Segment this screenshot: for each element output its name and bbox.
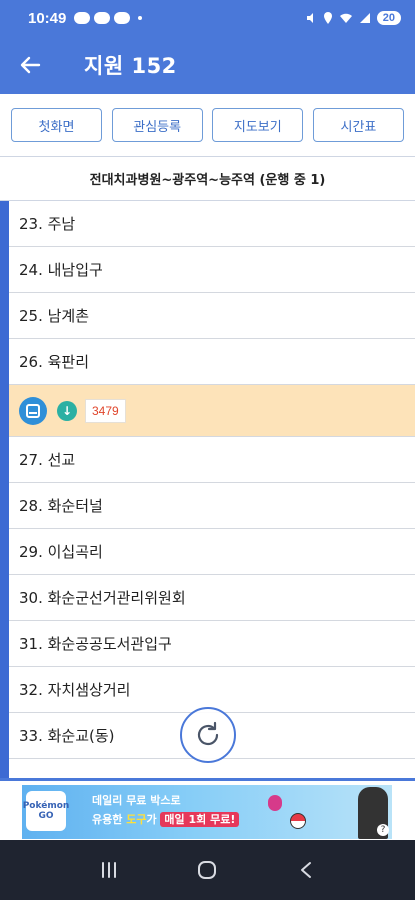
stop-name: 33. 화순교(동) (19, 727, 115, 745)
stop-name: 23. 주남 (19, 215, 76, 233)
stop-row[interactable]: 28. 화순터널 (9, 483, 415, 529)
stop-row[interactable]: 30. 화순군선거관리위원회 (9, 575, 415, 621)
pokeball-icon (290, 813, 306, 829)
route-header: 전대치과병원~광주역~능주역 (운행 중 1) (0, 156, 415, 200)
ad-logo: Pokémon GO (23, 791, 69, 831)
stop-list[interactable]: 23. 주남 24. 내남입구 25. 남계촌 26. 육판리 ↓ 3479 2… (0, 200, 415, 778)
chat-icon (74, 12, 91, 24)
route-line (0, 201, 9, 778)
ad-info-icon[interactable]: ? (377, 824, 389, 836)
message-icon (94, 12, 111, 24)
stop-row[interactable]: 25. 남계촌 (9, 293, 415, 339)
dot-icon (138, 16, 143, 20)
map-view-button[interactable]: 지도보기 (212, 108, 304, 142)
recents-button[interactable] (89, 850, 129, 890)
status-bar: 10:49 20 (0, 0, 415, 36)
back-button[interactable] (0, 36, 60, 94)
battery-indicator: 20 (376, 11, 401, 25)
ad-text-line1: 데일리 무료 박스로 (92, 794, 181, 807)
action-button-row: 첫화면 관심등록 지도보기 시간표 (0, 94, 415, 156)
stop-name: 24. 내남입구 (19, 261, 103, 279)
talk-icon (114, 12, 131, 24)
refresh-icon (197, 721, 219, 746)
stop-row[interactable]: 31. 화순공공도서관입구 (9, 621, 415, 667)
bus-icon (19, 396, 47, 425)
status-time: 10:49 (28, 9, 67, 27)
home-icon (198, 861, 217, 879)
timetable-button[interactable]: 시간표 (312, 108, 404, 142)
system-nav-bar (0, 840, 415, 900)
signal-icon (359, 13, 370, 23)
ad-text-line2: 유용한 도구가 매일 1회 무료! (92, 811, 240, 827)
stop-name: 30. 화순군선거관리위원회 (19, 589, 186, 607)
status-right: 20 (305, 11, 401, 25)
mute-icon (306, 13, 313, 23)
ad-text-highlight: 매일 1회 무료! (160, 812, 240, 827)
stop-name: 25. 남계촌 (19, 307, 90, 325)
down-arrow-icon: ↓ (57, 400, 77, 421)
favorite-button[interactable]: 관심등록 (111, 108, 203, 142)
recents-icon (102, 862, 117, 878)
stop-row[interactable]: 29. 이십곡리 (9, 529, 415, 575)
ad-banner-container: Pokémon GO 데일리 무료 박스로 유용한 도구가 매일 1회 무료! … (0, 778, 415, 840)
stop-name: 26. 육판리 (19, 353, 90, 371)
stop-name: 31. 화순공공도서관입구 (19, 635, 172, 653)
ad-text-tool: 도구 (126, 813, 147, 826)
back-nav-button[interactable] (286, 850, 326, 890)
stop-name: 29. 이십곡리 (19, 543, 103, 561)
stop-row[interactable]: 27. 선교 (9, 437, 415, 483)
ad-text-mid: 가 (146, 813, 161, 826)
back-arrow-icon (20, 56, 41, 74)
stop-name: 27. 선교 (19, 451, 76, 469)
stop-row[interactable]: 32. 자치샘상거리 (9, 667, 415, 713)
home-screen-button[interactable]: 첫화면 (11, 108, 102, 142)
ad-banner[interactable]: Pokémon GO 데일리 무료 박스로 유용한 도구가 매일 1회 무료! … (22, 785, 392, 839)
refresh-button[interactable] (180, 707, 236, 763)
stop-row[interactable]: 26. 육판리 (9, 339, 415, 385)
wifi-icon (339, 13, 352, 23)
stop-row[interactable]: 23. 주남 (9, 201, 415, 247)
ad-text-prefix: 유용한 (92, 813, 127, 826)
stop-name: 32. 자치샘상거리 (19, 681, 131, 699)
raspberry-icon (268, 795, 282, 811)
stop-name: 28. 화순터널 (19, 497, 103, 515)
notification-icons (74, 12, 143, 24)
stop-row[interactable]: 24. 내남입구 (9, 247, 415, 293)
page-title: 지원 152 (84, 54, 177, 78)
back-nav-icon (300, 862, 311, 878)
home-button[interactable] (187, 850, 227, 890)
bus-position-row[interactable]: ↓ 3479 (9, 385, 415, 437)
location-icon (323, 12, 332, 24)
app-bar: 지원 152 (0, 36, 415, 94)
bus-plate-number: 3479 (85, 398, 126, 423)
